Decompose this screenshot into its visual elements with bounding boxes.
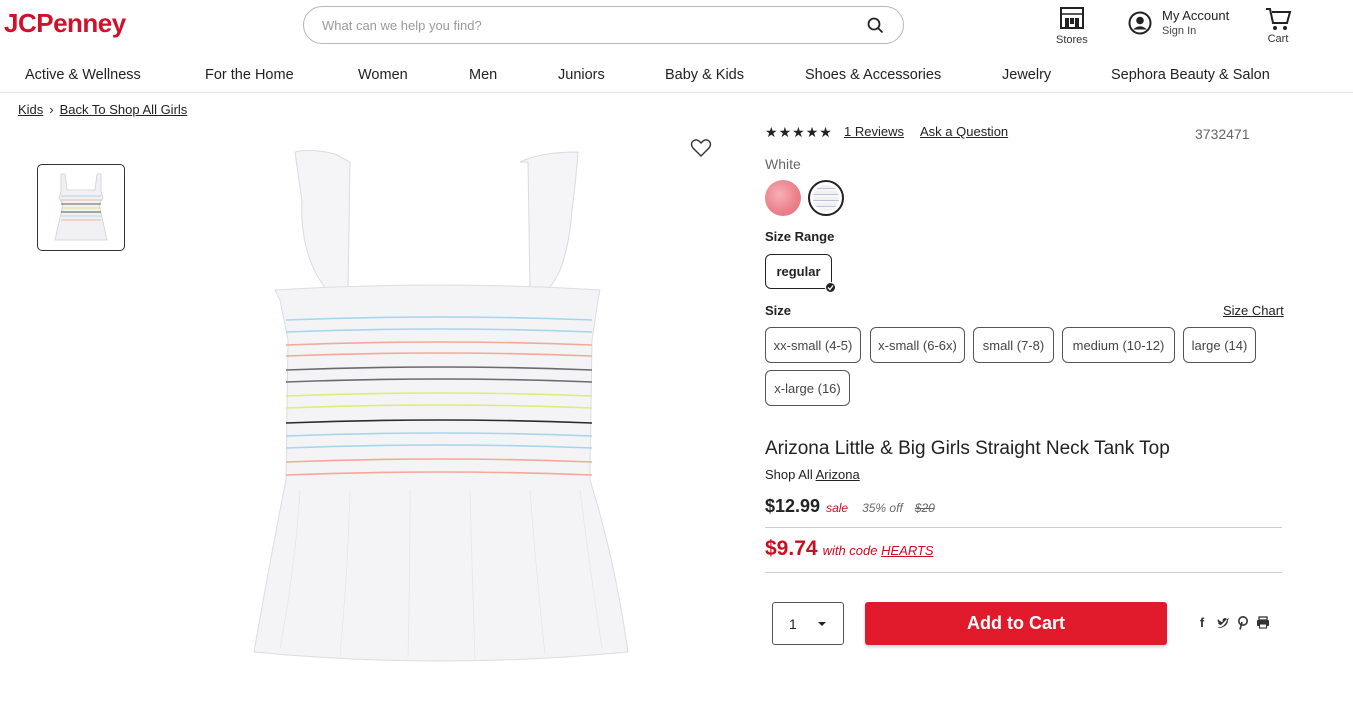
nav-item-active-wellness[interactable]: Active & Wellness	[25, 67, 141, 83]
size-option-label: xx-small (4-5)	[773, 337, 853, 353]
nav-item-jewelry[interactable]: Jewelry	[1002, 67, 1051, 83]
quantity-select[interactable]: 1	[772, 602, 844, 645]
account-button[interactable]: My Account Sign In	[1128, 8, 1229, 37]
promo-price-row: $9.74 with code HEARTS	[765, 537, 934, 561]
size-label: Size	[765, 303, 792, 318]
stores-label: Stores	[1056, 34, 1088, 46]
star-icon: ★	[765, 124, 778, 140]
product-title: Arizona Little & Big Girls Straight Neck…	[765, 438, 1170, 459]
sign-in-link[interactable]: Sign In	[1162, 25, 1229, 37]
share-icons: f	[1195, 615, 1270, 630]
size-option-label: x-large (16)	[774, 380, 841, 396]
size-option-label: x-small (6-6x)	[878, 337, 957, 353]
nav-item-baby-kids[interactable]: Baby & Kids	[665, 67, 744, 83]
jcpenney-logo[interactable]: JCPenney	[4, 8, 126, 39]
star-icon: ★	[805, 124, 819, 140]
cart-icon	[1266, 8, 1292, 30]
brand-link[interactable]: Arizona	[816, 467, 860, 482]
original-price: $20	[914, 501, 935, 515]
nav-item-sephora[interactable]: Sephora Beauty & Salon	[1111, 67, 1270, 83]
size-range-regular-button[interactable]: regular	[765, 254, 836, 293]
shop-all-prefix: Shop All	[765, 467, 813, 482]
checkmark-icon	[825, 282, 836, 293]
add-to-cart-button[interactable]: Add to Cart	[865, 602, 1167, 645]
breadcrumb-shop-all-girls[interactable]: Back To Shop All Girls	[60, 102, 188, 117]
promo-code-prefix: with code	[822, 543, 878, 558]
sale-price: $12.99	[765, 496, 821, 516]
star-icon: ★	[819, 124, 832, 140]
nav-item-men[interactable]: Men	[469, 67, 497, 83]
twitter-icon[interactable]	[1216, 617, 1230, 629]
reviews-link[interactable]: 1 Reviews	[844, 124, 904, 139]
size-button-x-small[interactable]: x-small (6-6x)	[870, 327, 965, 363]
nav-item-shoes-accessories[interactable]: Shoes & Accessories	[805, 67, 941, 83]
promo-price: $9.74	[765, 537, 818, 560]
nav-item-women[interactable]: Women	[358, 67, 408, 83]
color-swatch-pink[interactable]	[765, 180, 801, 216]
size-button-small[interactable]: small (7-8)	[973, 327, 1054, 363]
size-chart-link[interactable]: Size Chart	[1223, 303, 1284, 318]
size-option-label: small (7-8)	[982, 337, 1045, 353]
store-icon	[1059, 7, 1084, 29]
color-swatch-white[interactable]	[808, 180, 844, 216]
breadcrumb-kids[interactable]: Kids	[18, 102, 43, 117]
sale-label: sale	[826, 501, 849, 515]
promo-code-link[interactable]: HEARTS	[881, 543, 934, 558]
discount-percent: 35% off	[862, 501, 903, 515]
rating-stars: ★ ★ ★ ★ ★	[765, 124, 832, 140]
product-thumbnail-image	[54, 173, 108, 240]
size-button-x-large[interactable]: x-large (16)	[765, 370, 850, 406]
product-sku: 3732471	[1195, 126, 1250, 142]
cart-label: Cart	[1267, 33, 1289, 45]
shop-all-brand: Shop All Arizona	[765, 467, 860, 482]
print-icon[interactable]	[1256, 616, 1270, 629]
star-icon: ★	[792, 124, 805, 140]
search-bar[interactable]	[303, 6, 904, 44]
ask-question-link[interactable]: Ask a Question	[920, 124, 1008, 139]
user-icon	[1128, 11, 1152, 34]
facebook-icon[interactable]: f	[1195, 615, 1209, 630]
breadcrumb: Kids › Back To Shop All Girls	[18, 102, 187, 117]
wishlist-heart-icon[interactable]	[690, 138, 712, 158]
promo-divider	[765, 572, 1282, 573]
size-range-value: regular	[776, 264, 821, 279]
size-option-label: medium (10-12)	[1072, 337, 1165, 353]
cart-button[interactable]: Cart	[1264, 6, 1292, 45]
pinterest-icon[interactable]	[1237, 615, 1249, 630]
size-button-large[interactable]: large (14)	[1183, 327, 1256, 363]
product-thumbnail[interactable]	[37, 164, 125, 251]
size-button-xx-small[interactable]: xx-small (4-5)	[765, 327, 861, 363]
search-input[interactable]	[322, 17, 865, 33]
star-icon: ★	[778, 124, 792, 140]
size-range-label: Size Range	[765, 229, 835, 244]
size-button-medium[interactable]: medium (10-12)	[1062, 327, 1175, 363]
stores-button[interactable]: Stores	[1056, 6, 1088, 46]
price-row: $12.99 sale 35% off $20	[765, 496, 935, 517]
breadcrumb-separator: ›	[49, 102, 54, 117]
quantity-value: 1	[789, 615, 797, 632]
account-title: My Account	[1162, 8, 1230, 23]
main-nav: Active & Wellness For the Home Women Men…	[0, 60, 1353, 93]
nav-item-juniors[interactable]: Juniors	[558, 67, 605, 83]
size-option-label: large (14)	[1191, 337, 1248, 353]
search-icon[interactable]	[865, 15, 885, 35]
nav-item-home[interactable]: For the Home	[205, 67, 294, 83]
chevron-down-icon	[818, 621, 826, 626]
product-main-image[interactable]	[240, 140, 640, 670]
price-divider	[765, 527, 1282, 528]
selected-color-name: White	[765, 156, 801, 172]
promo-code-text: with code HEARTS	[823, 543, 934, 558]
